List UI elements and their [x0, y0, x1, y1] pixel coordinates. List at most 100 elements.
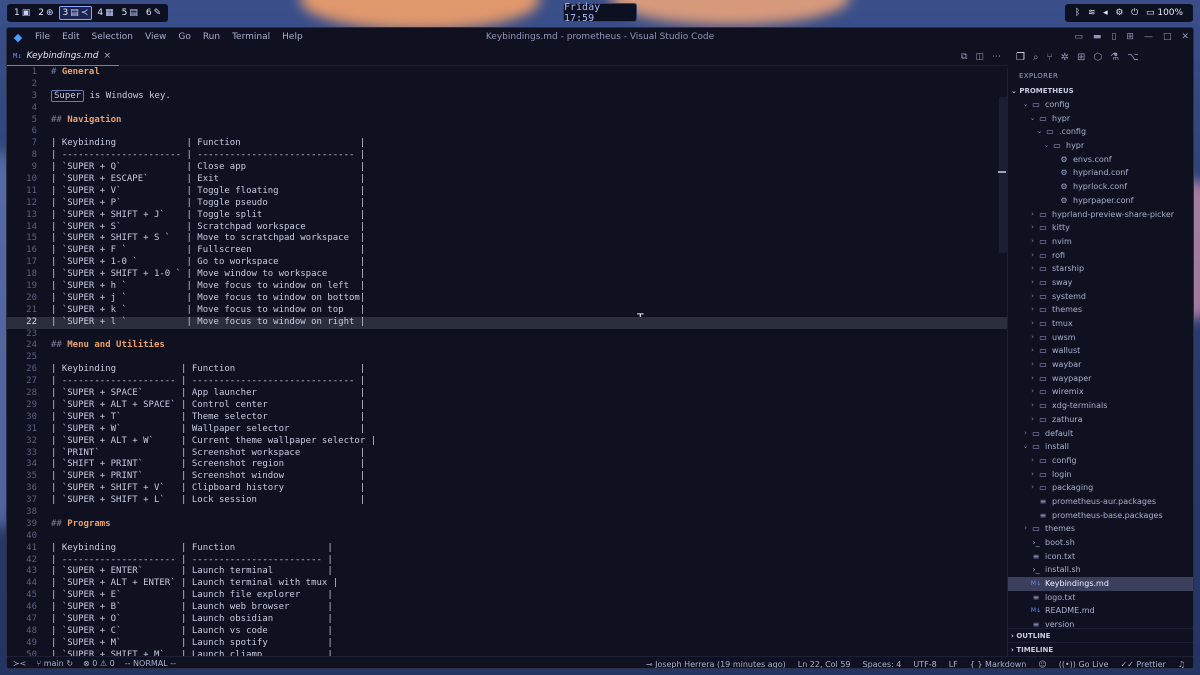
code-line[interactable]: 4 — [7, 103, 1007, 115]
maximize-button[interactable]: □ — [1163, 32, 1172, 42]
tree-file[interactable]: ›M↓Keybindings.md — [1008, 577, 1193, 591]
search-icon[interactable]: ⌕ — [1033, 52, 1039, 63]
open-preview-icon[interactable]: ⧉ — [961, 52, 967, 62]
code-line[interactable]: 39 ## Programs — [7, 519, 1007, 531]
code-line[interactable]: 38 — [7, 507, 1007, 519]
notifications-bell-icon[interactable]: ♫ — [1178, 660, 1185, 669]
code-line[interactable]: 46 | `SUPER + B` | Launch web browser | — [7, 602, 1007, 614]
code-line[interactable]: 33 | `PRINT` | Screenshot workspace | — [7, 448, 1007, 460]
code-line[interactable]: 2 — [7, 79, 1007, 91]
code-line[interactable]: 5 ## Navigation — [7, 115, 1007, 127]
wifi-icon[interactable]: ≋ — [1088, 8, 1096, 18]
workspace-3[interactable]: 3 ▤ ≺ — [58, 6, 93, 20]
tree-folder[interactable]: › ▭ wiremix — [1008, 385, 1193, 399]
tree-folder[interactable]: › ▭ login — [1008, 468, 1193, 482]
code-line[interactable]: 28 | `SUPER + SPACE` | App launcher | — [7, 388, 1007, 400]
code-line[interactable]: 42 | --------------------- | ------------… — [7, 555, 1007, 567]
tree-folder[interactable]: › ▭ tmux — [1008, 317, 1193, 331]
tree-folder[interactable]: › ▭ waypaper — [1008, 372, 1193, 386]
tree-folder[interactable]: ⌄ ▭ hypr — [1008, 112, 1193, 126]
cursor-position[interactable]: Ln 22, Col 59 — [798, 660, 851, 669]
code-line[interactable]: 32 | `SUPER + ALT + W` | Current theme wa… — [7, 436, 1007, 448]
tree-file[interactable]: ›≡logo.txt — [1008, 591, 1193, 605]
tree-folder[interactable]: › ▭ waybar — [1008, 358, 1193, 372]
git-graph-icon[interactable]: ⌥ — [1127, 52, 1139, 63]
menu-go[interactable]: Go — [172, 32, 196, 42]
menu-view[interactable]: View — [139, 32, 172, 42]
tree-folder[interactable]: › ▭ packaging — [1008, 481, 1193, 495]
tree-folder[interactable]: › ▭ default — [1008, 427, 1193, 441]
code-line[interactable]: 43 | `SUPER + ENTER` | Launch terminal | — [7, 566, 1007, 578]
tree-folder[interactable]: › ▭ wallust — [1008, 344, 1193, 358]
explorer-root-section[interactable]: ⌄ PROMETHEUS — [1008, 84, 1193, 98]
tree-folder[interactable]: › ▭ themes — [1008, 303, 1193, 317]
code-line[interactable]: 8 | ---------------------- | ------------… — [7, 150, 1007, 162]
tree-folder[interactable]: › ▭ xdg-terminals — [1008, 399, 1193, 413]
tree-folder[interactable]: › ▭ uwsm — [1008, 331, 1193, 345]
tree-folder[interactable]: ⌄ ▭ .config — [1008, 125, 1193, 139]
tree-folder[interactable]: ⌄ ▭ config — [1008, 98, 1193, 112]
encoding[interactable]: UTF-8 — [913, 660, 936, 669]
tree-file[interactable]: ›⚙hyprlock.conf — [1008, 180, 1193, 194]
code-line[interactable]: 9 | `SUPER + Q` | Close app | — [7, 162, 1007, 174]
indentation[interactable]: Spaces: 4 — [863, 660, 902, 669]
split-editor-icon[interactable]: ◫ — [975, 52, 984, 62]
tree-folder[interactable]: › ▭ systemd — [1008, 290, 1193, 304]
tree-file[interactable]: ›≡prometheus-base.packages — [1008, 509, 1193, 523]
tree-file[interactable]: ››_boot.sh — [1008, 536, 1193, 550]
code-line[interactable]: 22 | `SUPER + l ` | Move focus to window … — [7, 316, 1007, 329]
code-line[interactable]: 3 Super is Windows key. — [7, 89, 1007, 103]
bluetooth-icon[interactable]: ᛒ — [1075, 8, 1080, 18]
workspace-6[interactable]: 6 ✎ — [143, 6, 164, 20]
remote-indicator-icon[interactable]: ≻< — [13, 659, 26, 668]
prettier-status[interactable]: ✓✓ Prettier — [1120, 660, 1165, 669]
code-line[interactable]: 7 | Keybinding | Function | — [7, 138, 1007, 150]
workspace-5[interactable]: 5 ▤ — [119, 6, 141, 20]
tree-file[interactable]: ›⚙hypriand.conf — [1008, 166, 1193, 180]
code-line[interactable]: 44 | `SUPER + ALT + ENTER` | Launch termi… — [7, 578, 1007, 590]
menu-run[interactable]: Run — [197, 32, 226, 42]
code-line[interactable]: 36 | `SUPER + SHIFT + V` | Clipboard hist… — [7, 483, 1007, 495]
code-line[interactable]: 16 | `SUPER + F ` | Fullscreen | — [7, 245, 1007, 257]
tree-folder[interactable]: › ▭ hyprland-preview-share-picker — [1008, 208, 1193, 222]
code-line[interactable]: 17 | `SUPER + 1-0 ` | Go to workspace | — [7, 257, 1007, 269]
tree-file[interactable]: ›⚙hyprpaper.conf — [1008, 194, 1193, 208]
code-line[interactable]: 27 | --------------------- | ------------… — [7, 376, 1007, 388]
code-line[interactable]: 10 | `SUPER + ESCAPE` | Exit | — [7, 174, 1007, 186]
menu-help[interactable]: Help — [276, 32, 309, 42]
code-line[interactable]: 41 | Keybinding | Function | — [7, 543, 1007, 555]
tree-folder[interactable]: › ▭ rofi — [1008, 249, 1193, 263]
workspace-2[interactable]: 2 ⊕ — [35, 6, 56, 20]
tree-file[interactable]: ››_install.sh — [1008, 563, 1193, 577]
testing-icon[interactable]: ⚗ — [1110, 52, 1119, 63]
tree-folder[interactable]: › ▭ zathura — [1008, 413, 1193, 427]
remote-explorer-icon[interactable]: ⬡ — [1093, 52, 1102, 63]
tree-file[interactable]: ›⚙envs.conf — [1008, 153, 1193, 167]
tree-file[interactable]: ›≡prometheus-aur.packages — [1008, 495, 1193, 509]
minimize-button[interactable]: — — [1144, 32, 1153, 42]
code-line[interactable]: 14 | `SUPER + S` | Scratchpad workspace | — [7, 222, 1007, 234]
code-line[interactable]: 34 | `SHIFT + PRINT` | Screenshot region … — [7, 459, 1007, 471]
menu-edit[interactable]: Edit — [56, 32, 85, 42]
code-line[interactable]: 30 | `SUPER + T` | Theme selector | — [7, 412, 1007, 424]
panel-toggle-icon[interactable]: ▬ — [1093, 32, 1102, 42]
menu-selection[interactable]: Selection — [86, 32, 139, 42]
tree-file[interactable]: ›≡icon.txt — [1008, 550, 1193, 564]
close-window-button[interactable]: ✕ — [1181, 32, 1189, 42]
code-line[interactable]: 13 | `SUPER + SHIFT + J` | Toggle split | — [7, 210, 1007, 222]
code-line[interactable]: 31 | `SUPER + W` | Wallpaper selector | — [7, 424, 1007, 436]
volume-icon[interactable]: ◂ — [1103, 8, 1108, 18]
problems-indicator[interactable]: ⊗ 0 ⚠ 0 — [83, 659, 115, 668]
timeline-section[interactable]: › TIMELINE — [1008, 642, 1193, 656]
explorer-icon[interactable]: ❐ — [1016, 52, 1025, 63]
tree-folder[interactable]: ⌄ ▭ install — [1008, 440, 1193, 454]
code-line[interactable]: 18 | `SUPER + SHIFT + 1-0 ` | Move window… — [7, 269, 1007, 281]
code-line[interactable]: 26 | Keybinding | Function | — [7, 364, 1007, 376]
code-editor[interactable]: Ɪ 1# General23Super is Windows key.45## … — [7, 67, 1007, 656]
tree-folder[interactable]: › ▭ themes — [1008, 522, 1193, 536]
code-line[interactable]: 35 | `SUPER + PRINT` | Screenshot window … — [7, 471, 1007, 483]
power-icon[interactable]: ⏻ — [1131, 8, 1138, 18]
menu-terminal[interactable]: Terminal — [226, 32, 276, 42]
tree-file[interactable]: ›M↓README.md — [1008, 604, 1193, 618]
sync-icon[interactable]: ↻ — [66, 659, 73, 668]
